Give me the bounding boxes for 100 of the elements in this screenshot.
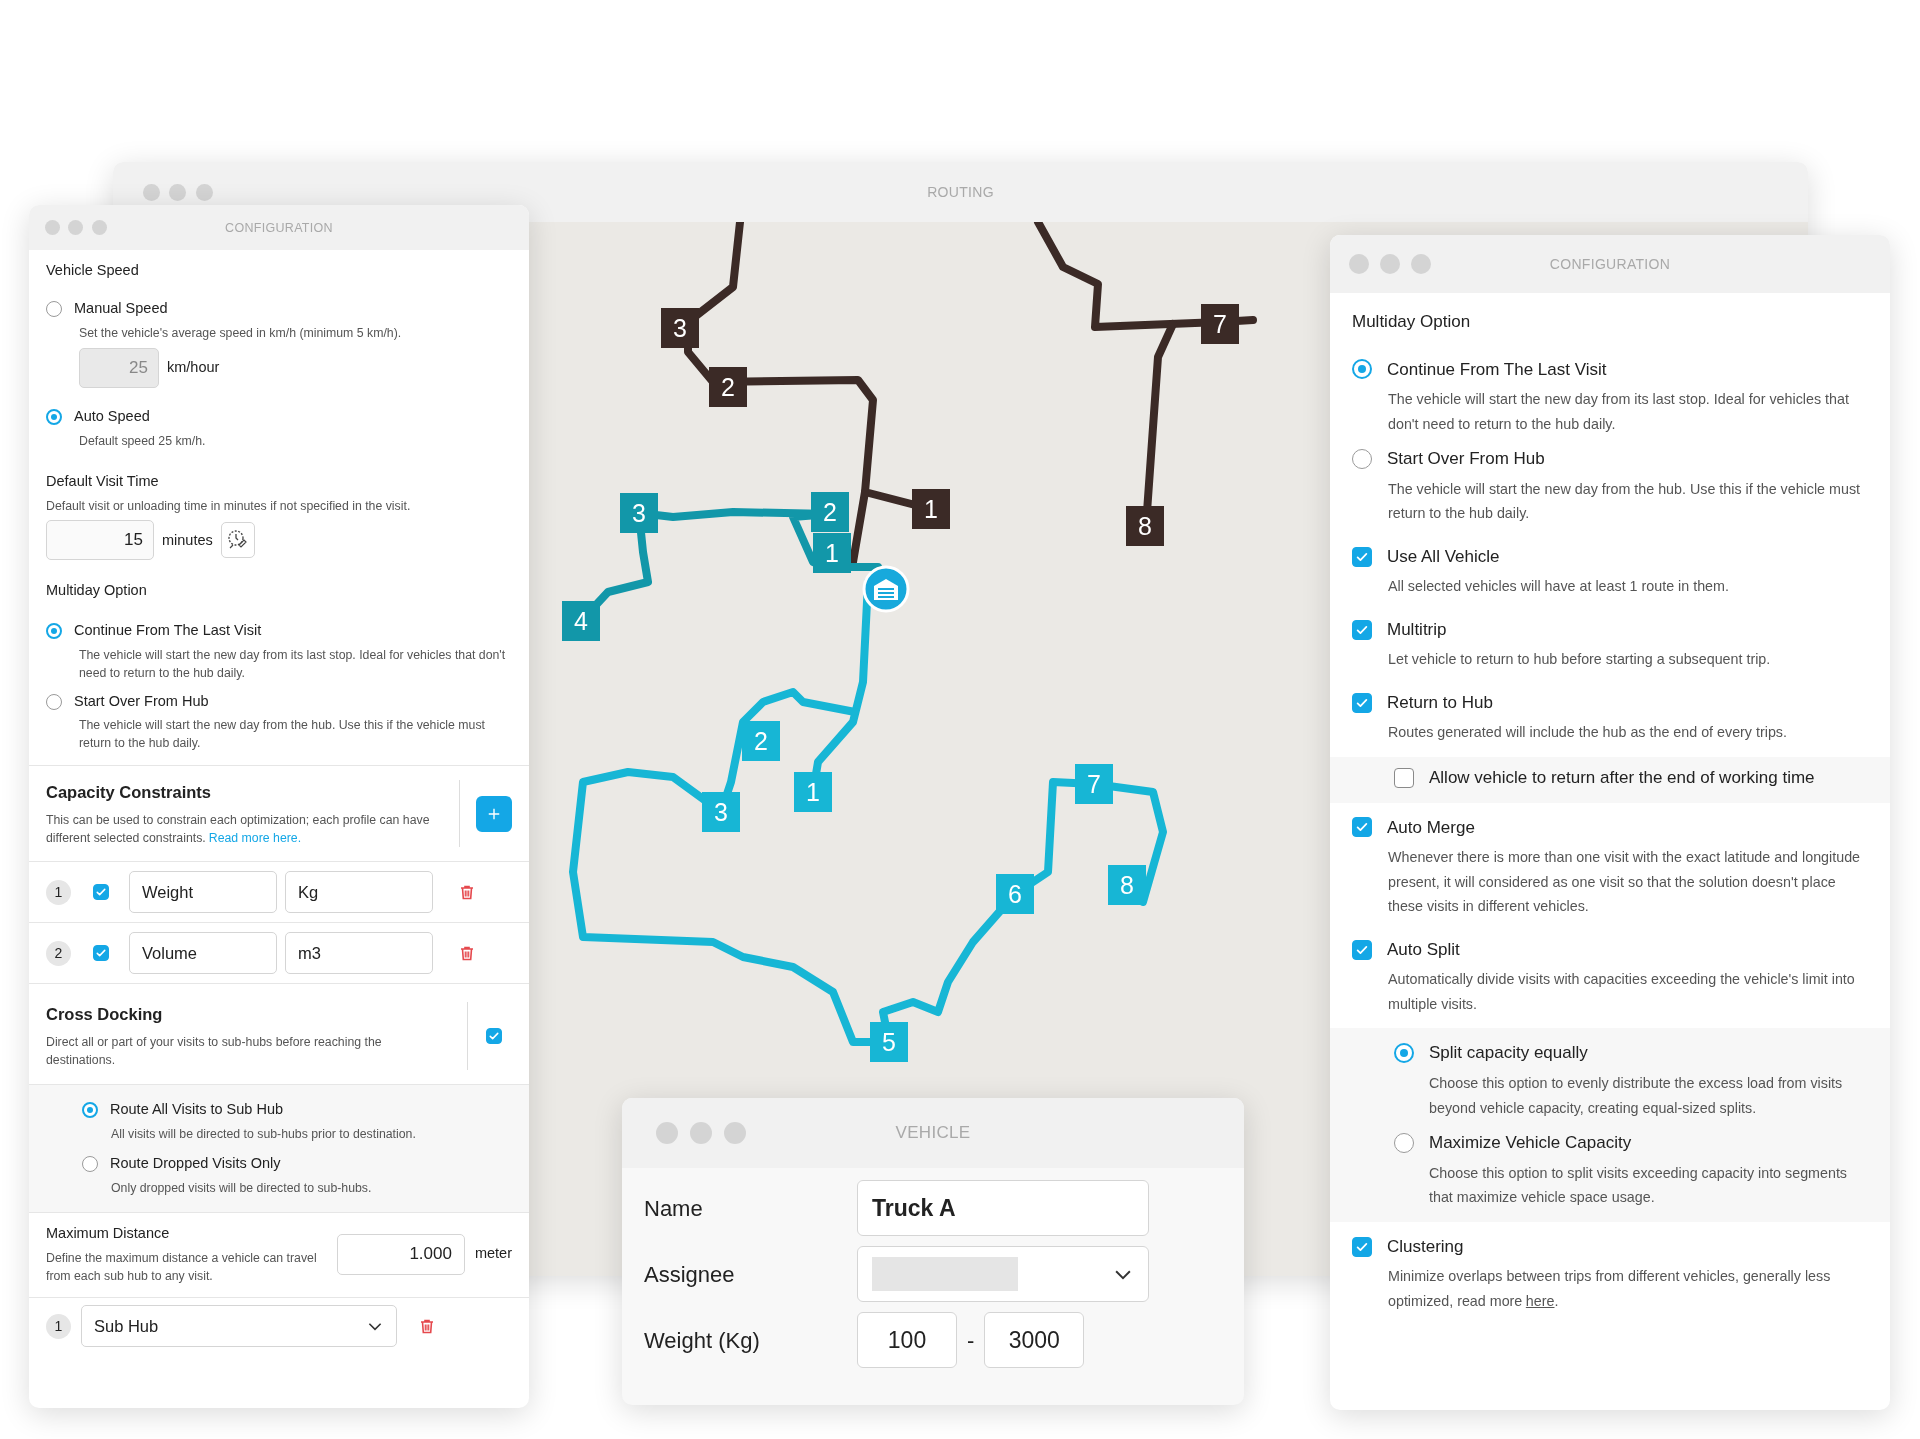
setting-description: Whenever there is more than one visit with the exact latitude and longitude present, it will considered as one visit so that the solution doesn't place these visits in different vehicles.	[1387, 848, 1862, 917]
checkbox[interactable]	[1352, 692, 1372, 713]
radio-button[interactable]	[46, 300, 62, 317]
setting-description: All selected vehicles will have at least 1 route in them.	[1387, 577, 1730, 597]
section-heading: Maximum Distance	[46, 1224, 171, 1243]
sub-hub-dropdown[interactable]: Sub Hub	[81, 1305, 397, 1348]
option-label: Manual Speed	[74, 298, 168, 318]
field-label: Name	[644, 1194, 704, 1223]
section-description: This can be used to constrain each optimization; each profile can have different selected constraints. Read more here.	[46, 811, 431, 847]
section-description: Default visit or unloading time in minutes if not specified in the visit.	[46, 497, 412, 515]
min-field[interactable]: 100	[857, 1312, 957, 1368]
setting-label: Use All Vehicle	[1387, 545, 1500, 568]
option-description: All visits will be directed to sub-hubs prior to destination.	[110, 1125, 417, 1143]
stop-marker[interactable]: 3	[661, 308, 699, 348]
checkbox[interactable]	[1352, 817, 1372, 838]
checkbox[interactable]	[93, 945, 109, 962]
add-button[interactable]	[476, 795, 512, 832]
name-field[interactable]: Truck A	[857, 1180, 1149, 1236]
window-title: CONFIGURATION	[1549, 254, 1671, 274]
option-description: Choose this option to evenly distribute the excess load from visits beyond vehicle capacity, creating equal-sized splits.	[1428, 1073, 1844, 1118]
unit-field[interactable]: Kg	[285, 871, 433, 914]
stop-marker[interactable]: 7	[1201, 304, 1239, 344]
row-number: 2	[46, 940, 71, 966]
max-field[interactable]: 3000	[984, 1312, 1085, 1368]
window-title: ROUTING	[927, 182, 994, 202]
section-heading: Vehicle Speed	[46, 261, 140, 280]
stop-marker[interactable]: 8	[1126, 506, 1164, 546]
setting-label: Return to Hub	[1387, 691, 1493, 714]
option-label: Auto Speed	[74, 407, 150, 427]
field-label: Assignee	[644, 1260, 736, 1289]
section-description: Define the maximum distance a vehicle can travel from each sub hub to any visit.	[46, 1249, 318, 1285]
option-label: Allow vehicle to return after the end of working time	[1429, 767, 1815, 790]
setting-label: Multitrip	[1387, 618, 1447, 641]
window-control-button[interactable]	[169, 183, 187, 201]
setting-description: Let vehicle to return to hub before starting a subsequent trip.	[1387, 650, 1772, 670]
plus-icon	[487, 806, 501, 821]
field-label: Weight (Kg)	[644, 1326, 761, 1355]
option-label: Start Over From Hub	[1387, 448, 1545, 471]
unit-label: minutes	[162, 530, 213, 550]
option-description: The vehicle will start the new day from its last stop. Ideal for vehicles that don't need to return to the hub daily.	[78, 647, 507, 682]
setting-description: Automatically divide visits with capacities exceeding the vehicle's limit into multiple visits.	[1387, 970, 1856, 1014]
option-label: Continue From The Last Visit	[1387, 358, 1607, 381]
unit-field[interactable]: m3	[285, 932, 433, 975]
row-number: 1	[46, 879, 71, 905]
assignee-dropdown[interactable]	[857, 1246, 1149, 1302]
setting-label: Clustering	[1387, 1235, 1464, 1258]
radio-button[interactable]	[46, 693, 62, 710]
trash-icon[interactable]	[459, 883, 475, 902]
option-label: Route Dropped Visits Only	[110, 1154, 281, 1174]
radio-button[interactable]	[46, 409, 62, 426]
section-heading: Cross Docking	[46, 1004, 164, 1026]
checkbox[interactable]	[486, 1028, 502, 1045]
radio-button[interactable]	[1352, 359, 1372, 380]
option-label: Continue From The Last Visit	[74, 621, 262, 641]
radio-button[interactable]	[1394, 1132, 1414, 1153]
radio-button[interactable]	[1394, 1043, 1414, 1064]
radio-button[interactable]	[1352, 448, 1372, 469]
section-heading: Capacity Constraints	[46, 782, 213, 804]
checkbox[interactable]	[1352, 546, 1372, 567]
row-number: 1	[46, 1313, 71, 1339]
name-field[interactable]: Weight	[129, 871, 277, 914]
option-description: Default speed 25 km/h.	[78, 433, 207, 451]
window-control-button[interactable]	[143, 183, 160, 201]
radio-button[interactable]	[82, 1101, 98, 1118]
setting-label: Auto Split	[1387, 938, 1460, 961]
option-description: Set the vehicle's average speed in km/h (minimum 5 km/h).	[78, 324, 403, 342]
section-heading: Multiday Option	[46, 581, 148, 601]
unit-label: km/hour	[167, 358, 220, 378]
section-description: Direct all or part of your visits to sub-hubs before reaching the destinations.	[46, 1034, 383, 1070]
name-field[interactable]: Volume	[129, 932, 277, 975]
setting-description: Routes generated will include the hub as the end of every trips.	[1387, 723, 1788, 743]
distance-field[interactable]: 1.000	[336, 1233, 465, 1275]
clock-button[interactable]	[220, 522, 255, 559]
window-title: VEHICLE	[895, 1122, 971, 1145]
radio-button[interactable]	[82, 1156, 98, 1173]
option-label: Route All Visits to Sub Hub	[110, 1099, 284, 1119]
trash-icon[interactable]	[419, 1317, 435, 1336]
checkbox[interactable]	[93, 884, 109, 901]
unit-label: meter	[474, 1244, 512, 1264]
window-control-button[interactable]	[195, 183, 213, 201]
option-label: Start Over From Hub	[74, 691, 209, 711]
minutes-field[interactable]: 15	[46, 520, 154, 561]
here-link[interactable]: here	[1525, 1292, 1555, 1309]
checkbox[interactable]	[1352, 1236, 1372, 1257]
option-description: The vehicle will start the new day from the hub. Use this if the vehicle must return to the hub daily.	[1387, 479, 1861, 524]
stop-marker[interactable]: 2	[709, 367, 747, 407]
option-label: Maximize Vehicle Capacity	[1429, 1132, 1632, 1155]
setting-label: Auto Merge	[1387, 816, 1475, 839]
section-heading: Multiday Option	[1352, 311, 1472, 333]
checkbox[interactable]	[1352, 619, 1372, 640]
hub-marker-icon[interactable]	[862, 565, 910, 613]
trash-icon[interactable]	[459, 944, 475, 963]
window-title: CONFIGURATION	[225, 219, 333, 237]
option-label: Split capacity equally	[1429, 1042, 1588, 1065]
checkbox[interactable]	[1394, 767, 1414, 788]
setting-description: Minimize overlaps between trips from different vehicles, generally less optimized, read more here.	[1387, 1267, 1832, 1311]
checkbox[interactable]	[1352, 939, 1372, 960]
stop-marker[interactable]: 1	[912, 489, 950, 529]
range-separator: -	[967, 1326, 975, 1355]
radio-button[interactable]	[46, 623, 62, 640]
